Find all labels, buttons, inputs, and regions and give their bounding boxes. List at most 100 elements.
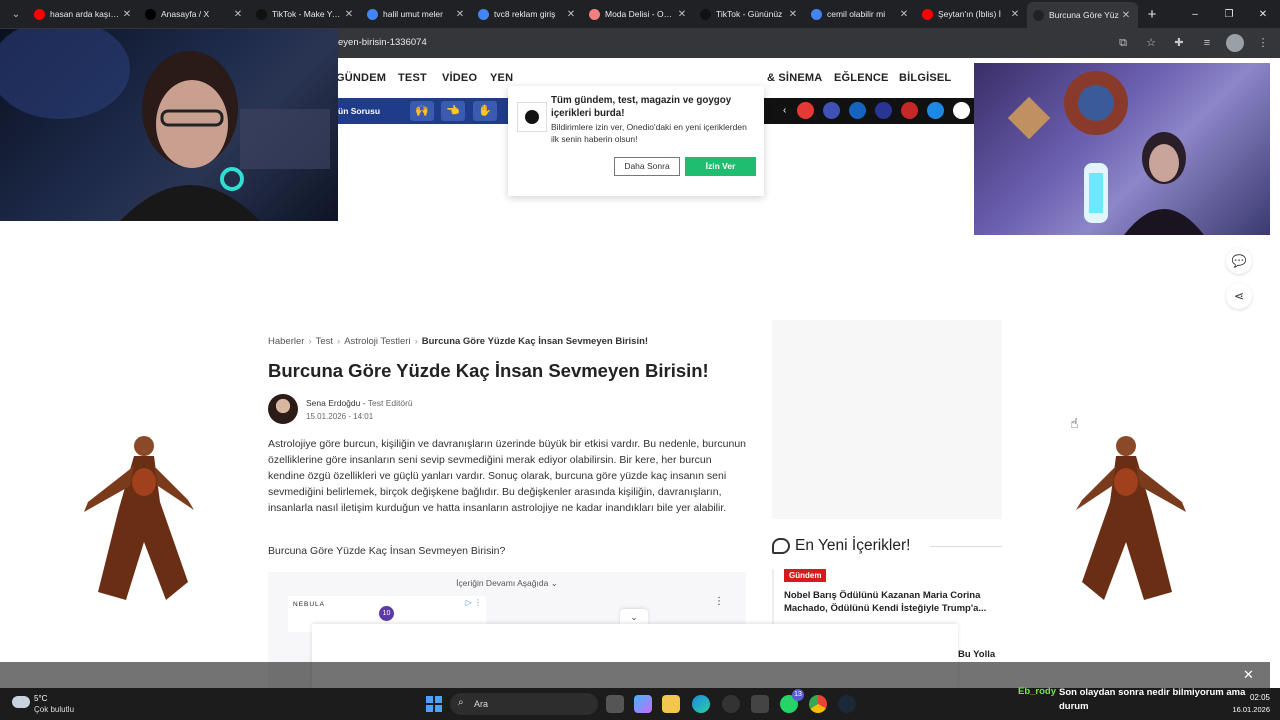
partner-logo-icon[interactable] xyxy=(823,102,840,119)
later-button[interactable]: Daha Sonra xyxy=(614,157,680,176)
tab-title: TikTok - Make Your xyxy=(272,9,343,19)
chrome-icon[interactable] xyxy=(809,695,827,713)
settings-gear-icon[interactable] xyxy=(722,695,740,713)
tab-list: hasan arda kaşıkçı ✕ Anasayfa / X ✕ TikTok -… xyxy=(28,0,1138,28)
breadcrumb-test[interactable]: Test xyxy=(316,336,333,347)
maximize-button[interactable]: ❐ xyxy=(1212,9,1246,20)
tab-close-icon[interactable]: ✕ xyxy=(454,9,466,20)
tab-favicon-icon xyxy=(589,8,600,20)
browser-tab[interactable]: tvc8 reklam giriş ✕ xyxy=(472,2,583,26)
new-tab-button[interactable]: + xyxy=(1138,6,1166,23)
category-badge[interactable]: Gündem xyxy=(784,569,827,582)
timeline-line xyxy=(772,569,774,625)
install-app-icon[interactable]: ⧉ xyxy=(1114,34,1132,52)
continue-below-label: İçeriğin Devamı Aşağıda ⌄ xyxy=(456,578,558,588)
nav-bilgisel[interactable]: BİLGİSEL xyxy=(899,72,951,84)
partner-logo-icon[interactable] xyxy=(901,102,918,119)
browser-tab[interactable]: hasan arda kaşıkçı ✕ xyxy=(28,2,139,26)
comments-icon[interactable]: 💬 xyxy=(1226,248,1252,274)
reading-list-icon[interactable]: ≡ xyxy=(1198,34,1216,52)
nav-video[interactable]: VİDEO xyxy=(442,72,477,84)
collapse-ad-chevron-icon[interactable]: ⌄ xyxy=(620,609,648,625)
daily-question-strip[interactable]: ün Sorusu 🙌 👈 ✋ xyxy=(338,98,508,124)
news-item-title[interactable]: Nobel Barış Ödülünü Kazanan Maria Corina… xyxy=(784,589,999,615)
webcam-overlay-left xyxy=(0,29,338,221)
weather-condition[interactable]: Çok bulutlu xyxy=(34,705,74,714)
tab-favicon-icon xyxy=(478,8,489,20)
partner-logo-icon[interactable] xyxy=(927,102,944,119)
tab-close-icon[interactable]: ✕ xyxy=(898,9,910,20)
partner-logo-icon[interactable] xyxy=(797,102,814,119)
tab-favicon-icon xyxy=(700,8,711,20)
nav-gundem[interactable]: GÜNDEM xyxy=(336,72,386,84)
ad-choices-icon[interactable]: ▷ ⋮ xyxy=(466,598,482,607)
page-title: Burcuna Göre Yüzde Kaç İnsan Sevmeyen Bi… xyxy=(268,360,709,381)
start-windows-icon[interactable] xyxy=(426,696,442,712)
author-name[interactable]: Sena Erdoğdu xyxy=(306,398,360,408)
extensions-icon[interactable]: ✚ xyxy=(1170,34,1188,52)
nav-sinema[interactable]: & SİNEMA xyxy=(767,72,822,84)
chevron-left-icon[interactable]: ‹ xyxy=(783,105,786,116)
browser-tab[interactable]: halil umut meler ✕ xyxy=(361,2,472,26)
taskbar-search[interactable]: ⌕ Ara xyxy=(450,693,598,715)
bookmark-star-icon[interactable]: ☆ xyxy=(1142,34,1160,52)
store-icon[interactable] xyxy=(751,695,769,713)
tab-favicon-icon xyxy=(811,8,822,20)
nav-yen[interactable]: YEN xyxy=(490,72,513,84)
tab-search-chevron-icon[interactable]: ⌄ xyxy=(4,4,28,24)
menu-kebab-icon[interactable]: ⋮ xyxy=(1254,34,1272,52)
tab-close-icon[interactable]: ✕ xyxy=(232,9,244,20)
nav-test[interactable]: TEST xyxy=(398,72,427,84)
tab-close-icon[interactable]: ✕ xyxy=(1120,10,1132,21)
notification-permission-popup: Tüm gündem, test, magazin ve goygoy içer… xyxy=(508,86,764,196)
breadcrumb-haberler[interactable]: Haberler xyxy=(268,336,304,347)
edge-icon[interactable] xyxy=(692,695,710,713)
author-avatar[interactable] xyxy=(268,394,298,424)
tab-title: hasan arda kaşıkçı xyxy=(50,9,121,19)
divider xyxy=(930,546,1002,547)
allow-button[interactable]: İzin Ver xyxy=(685,157,756,176)
tab-close-icon[interactable]: ✕ xyxy=(565,9,577,20)
browser-tab[interactable]: Şeytan'ın (İblis) İ ✕ xyxy=(916,2,1027,26)
steam-icon[interactable] xyxy=(838,695,856,713)
browser-tab[interactable]: Burcuna Göre Yüz ✕ xyxy=(1027,2,1138,28)
minimize-button[interactable]: – xyxy=(1178,9,1212,20)
close-overlay-icon[interactable]: ✕ xyxy=(1243,667,1254,683)
profile-avatar[interactable] xyxy=(1226,34,1244,52)
webcam-overlay-right xyxy=(974,63,1270,235)
tab-title: halil umut meler xyxy=(383,9,443,19)
tab-title: TikTok - Gününüz xyxy=(716,9,783,19)
emoji-hands-icon: 🙌 xyxy=(410,101,434,121)
partner-logo-icon[interactable] xyxy=(849,102,866,119)
share-icon[interactable]: ⋖ xyxy=(1226,283,1252,309)
copilot-icon[interactable] xyxy=(634,695,652,713)
sidebar-ad xyxy=(772,320,1002,519)
partner-logo-icon[interactable] xyxy=(953,102,970,119)
url-text[interactable]: eyen-birisin-1336074 xyxy=(338,37,427,48)
tab-favicon-icon xyxy=(1033,9,1044,21)
news-item-title-partial[interactable]: Bu Yolla xyxy=(958,649,995,660)
whatsapp-icon[interactable]: 13 xyxy=(780,689,804,713)
tab-close-icon[interactable]: ✕ xyxy=(676,9,688,20)
decorative-figure-left xyxy=(84,436,194,600)
task-view-icon[interactable] xyxy=(606,695,624,713)
nav-eglence[interactable]: EĞLENCE xyxy=(834,72,889,84)
browser-tab[interactable]: TikTok - Gününüz ✕ xyxy=(694,2,805,26)
tab-close-icon[interactable]: ✕ xyxy=(121,9,133,20)
popup-title: Tüm gündem, test, magazin ve goygoy içer… xyxy=(551,95,732,119)
search-placeholder: Ara xyxy=(474,699,489,709)
ad-menu-icon[interactable]: ⋮ xyxy=(714,596,724,607)
browser-tab[interactable]: TikTok - Make Your ✕ xyxy=(250,2,361,26)
browser-tab[interactable]: cemil olabilir mi ✕ xyxy=(805,2,916,26)
breadcrumb-astroloji[interactable]: Astroloji Testleri xyxy=(344,336,410,347)
file-explorer-icon[interactable] xyxy=(662,695,680,713)
weather-temp[interactable]: 5°C xyxy=(34,694,47,703)
tab-close-icon[interactable]: ✕ xyxy=(343,9,355,20)
close-window-button[interactable]: ✕ xyxy=(1246,9,1280,20)
tab-close-icon[interactable]: ✕ xyxy=(1009,9,1021,20)
browser-tab[interactable]: Anasayfa / X ✕ xyxy=(139,2,250,26)
browser-tab[interactable]: Moda Delisi - Oyun ✕ xyxy=(583,2,694,26)
partner-logo-icon[interactable] xyxy=(875,102,892,119)
tab-close-icon[interactable]: ✕ xyxy=(787,9,799,20)
cloud-icon[interactable] xyxy=(12,696,30,708)
